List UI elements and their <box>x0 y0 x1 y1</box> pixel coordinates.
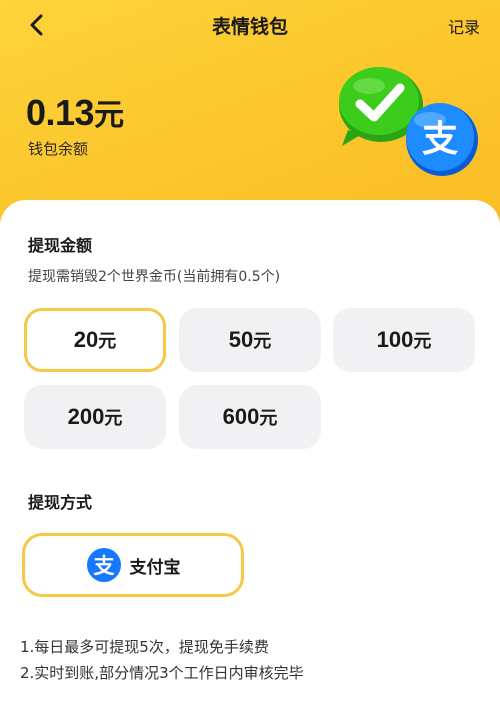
amount-value: 50 <box>228 327 254 352</box>
amount-unit: 元 <box>253 331 272 352</box>
amount-option-50[interactable]: 50 元 <box>179 308 321 372</box>
amount-unit: 元 <box>413 331 432 352</box>
payment-icons: 支 <box>336 60 486 185</box>
alipay-label: 支付宝 <box>129 557 181 578</box>
alipay-icon: 支 <box>406 103 478 176</box>
amount-unit: 元 <box>104 408 123 429</box>
note-line: 2.实时到账,部分情况3个工作日内审核完毕 <box>20 664 304 682</box>
record-link[interactable]: 记录 <box>448 14 480 38</box>
amount-option-600[interactable]: 600 元 <box>179 385 321 449</box>
balance-value: 0.13 <box>26 92 95 133</box>
amount-unit: 元 <box>259 408 278 429</box>
withdraw-hint: 提现需销毁2个世界金币(当前拥有0.5个) <box>28 269 281 285</box>
amount-value: 600 <box>222 404 260 429</box>
amount-option-200[interactable]: 200 元 <box>24 385 166 449</box>
alipay-method-button[interactable]: 支 支付宝 <box>22 533 244 597</box>
alipay-small-glyph: 支 <box>93 554 115 578</box>
balance-unit: 元 <box>94 98 124 133</box>
balance-label: 钱包余额 <box>28 140 89 158</box>
amount-option-20[interactable]: 20 元 <box>24 308 166 372</box>
balance-amount: 0.13元 <box>26 90 124 134</box>
amount-unit: 元 <box>98 331 117 352</box>
amount-value: 20 <box>73 327 99 352</box>
withdraw-method-title: 提现方式 <box>28 493 93 512</box>
amount-value: 200 <box>67 404 105 429</box>
note-line: 1.每日最多可提现5次，提现免手续费 <box>20 638 269 656</box>
page-title: 表情钱包 <box>211 16 288 38</box>
nav-bar: 表情钱包 记录 <box>0 0 500 52</box>
alipay-small-icon: 支 <box>86 548 121 582</box>
amount-value: 100 <box>376 327 414 352</box>
withdraw-amount-title: 提现金额 <box>28 236 93 255</box>
amount-option-100[interactable]: 100 元 <box>333 308 475 372</box>
alipay-glyph: 支 <box>422 119 458 160</box>
